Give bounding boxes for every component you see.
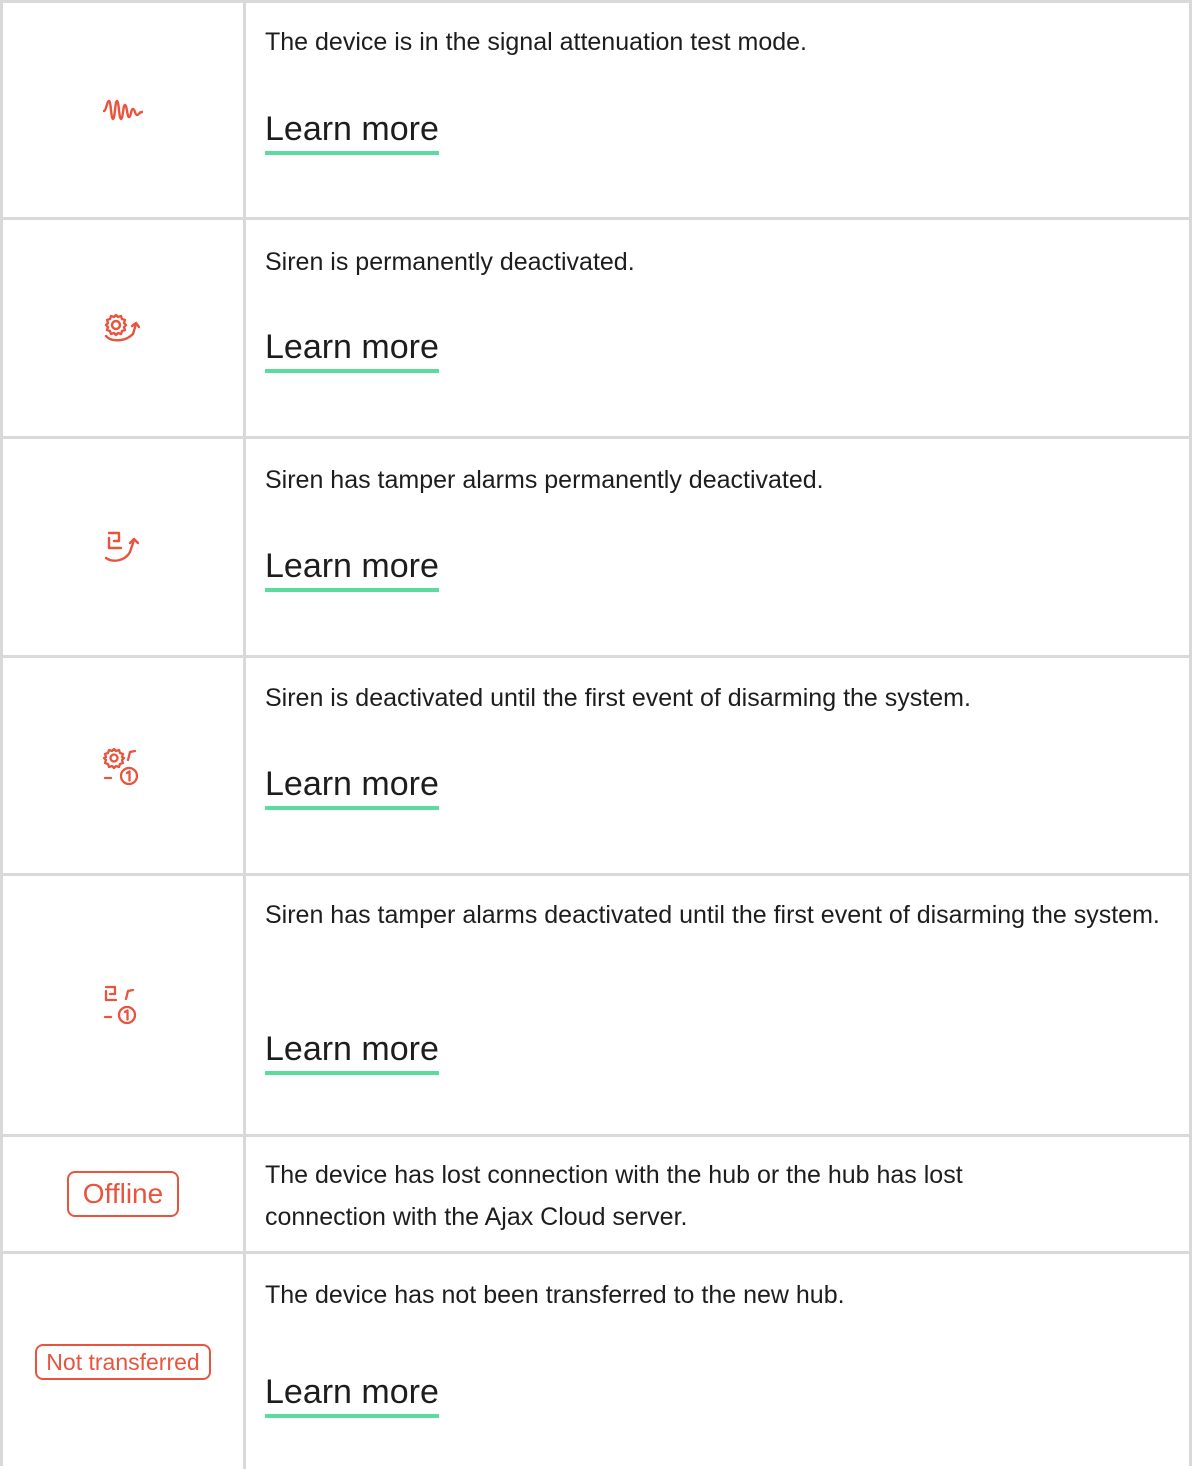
learn-more-link[interactable]: Learn more	[265, 764, 439, 810]
column-divider	[243, 876, 246, 1134]
column-divider	[243, 1254, 246, 1469]
learn-more-link[interactable]: Learn more	[265, 546, 439, 592]
description-cell: Siren has tamper alarms permanently deac…	[265, 439, 1169, 592]
description-cell: Siren is deactivated until the first eve…	[265, 658, 1169, 810]
offline-badge: Offline	[66, 1171, 180, 1217]
column-divider	[243, 3, 246, 217]
icon-cell	[3, 658, 243, 873]
not-transferred-badge: Not transferred	[35, 1343, 211, 1380]
row-description: Siren has tamper alarms deactivated unti…	[265, 901, 1160, 929]
icon-cell: Not transferred	[3, 1254, 243, 1469]
row-description: Siren has tamper alarms permanently deac…	[265, 466, 824, 494]
icon-cell	[3, 876, 243, 1134]
column-divider	[243, 220, 246, 436]
row-description: The device has lost connection with the …	[265, 1161, 963, 1231]
siren-deactivated-until-disarm-icon	[102, 746, 144, 786]
table-row: Offline The device has lost connection w…	[3, 1137, 1189, 1254]
row-description: The device is in the signal attenuation …	[265, 28, 807, 56]
table-row: Siren is permanently deactivated. Learn …	[3, 220, 1189, 439]
row-description: The device has not been transferred to t…	[265, 1281, 845, 1309]
learn-more-link[interactable]: Learn more	[265, 1029, 439, 1075]
tamper-permanently-deactivated-icon	[103, 530, 143, 564]
table-row: Siren is deactivated until the first eve…	[3, 658, 1189, 876]
description-cell: The device is in the signal attenuation …	[265, 3, 1169, 155]
description-cell: The device has lost connection with the …	[265, 1137, 1169, 1238]
column-divider	[243, 658, 246, 873]
row-description: Siren is permanently deactivated.	[265, 248, 635, 276]
column-divider	[243, 439, 246, 655]
siren-permanently-deactivated-icon	[103, 312, 143, 344]
description-cell: Siren has tamper alarms deactivated unti…	[265, 876, 1169, 1075]
table-row: Siren has tamper alarms deactivated unti…	[3, 876, 1189, 1137]
icon-cell	[3, 439, 243, 655]
signal-attenuation-test-icon	[103, 97, 143, 123]
description-cell: The device has not been transferred to t…	[265, 1254, 1169, 1418]
icon-cell	[3, 220, 243, 436]
row-description: Siren is deactivated until the first eve…	[265, 684, 971, 712]
description-cell: Siren is permanently deactivated. Learn …	[265, 220, 1169, 373]
table-row: Siren has tamper alarms permanently deac…	[3, 439, 1189, 658]
icon-cell: Offline	[3, 1137, 243, 1251]
status-table: The device is in the signal attenuation …	[0, 0, 1192, 1469]
learn-more-link[interactable]: Learn more	[265, 1372, 439, 1418]
table-row: Not transferred The device has not been …	[3, 1254, 1189, 1469]
tamper-deactivated-until-disarm-icon	[102, 985, 144, 1025]
learn-more-link[interactable]: Learn more	[265, 327, 439, 373]
table-row: The device is in the signal attenuation …	[3, 3, 1189, 220]
learn-more-link[interactable]: Learn more	[265, 109, 439, 155]
column-divider	[243, 1137, 246, 1251]
icon-cell	[3, 3, 243, 217]
